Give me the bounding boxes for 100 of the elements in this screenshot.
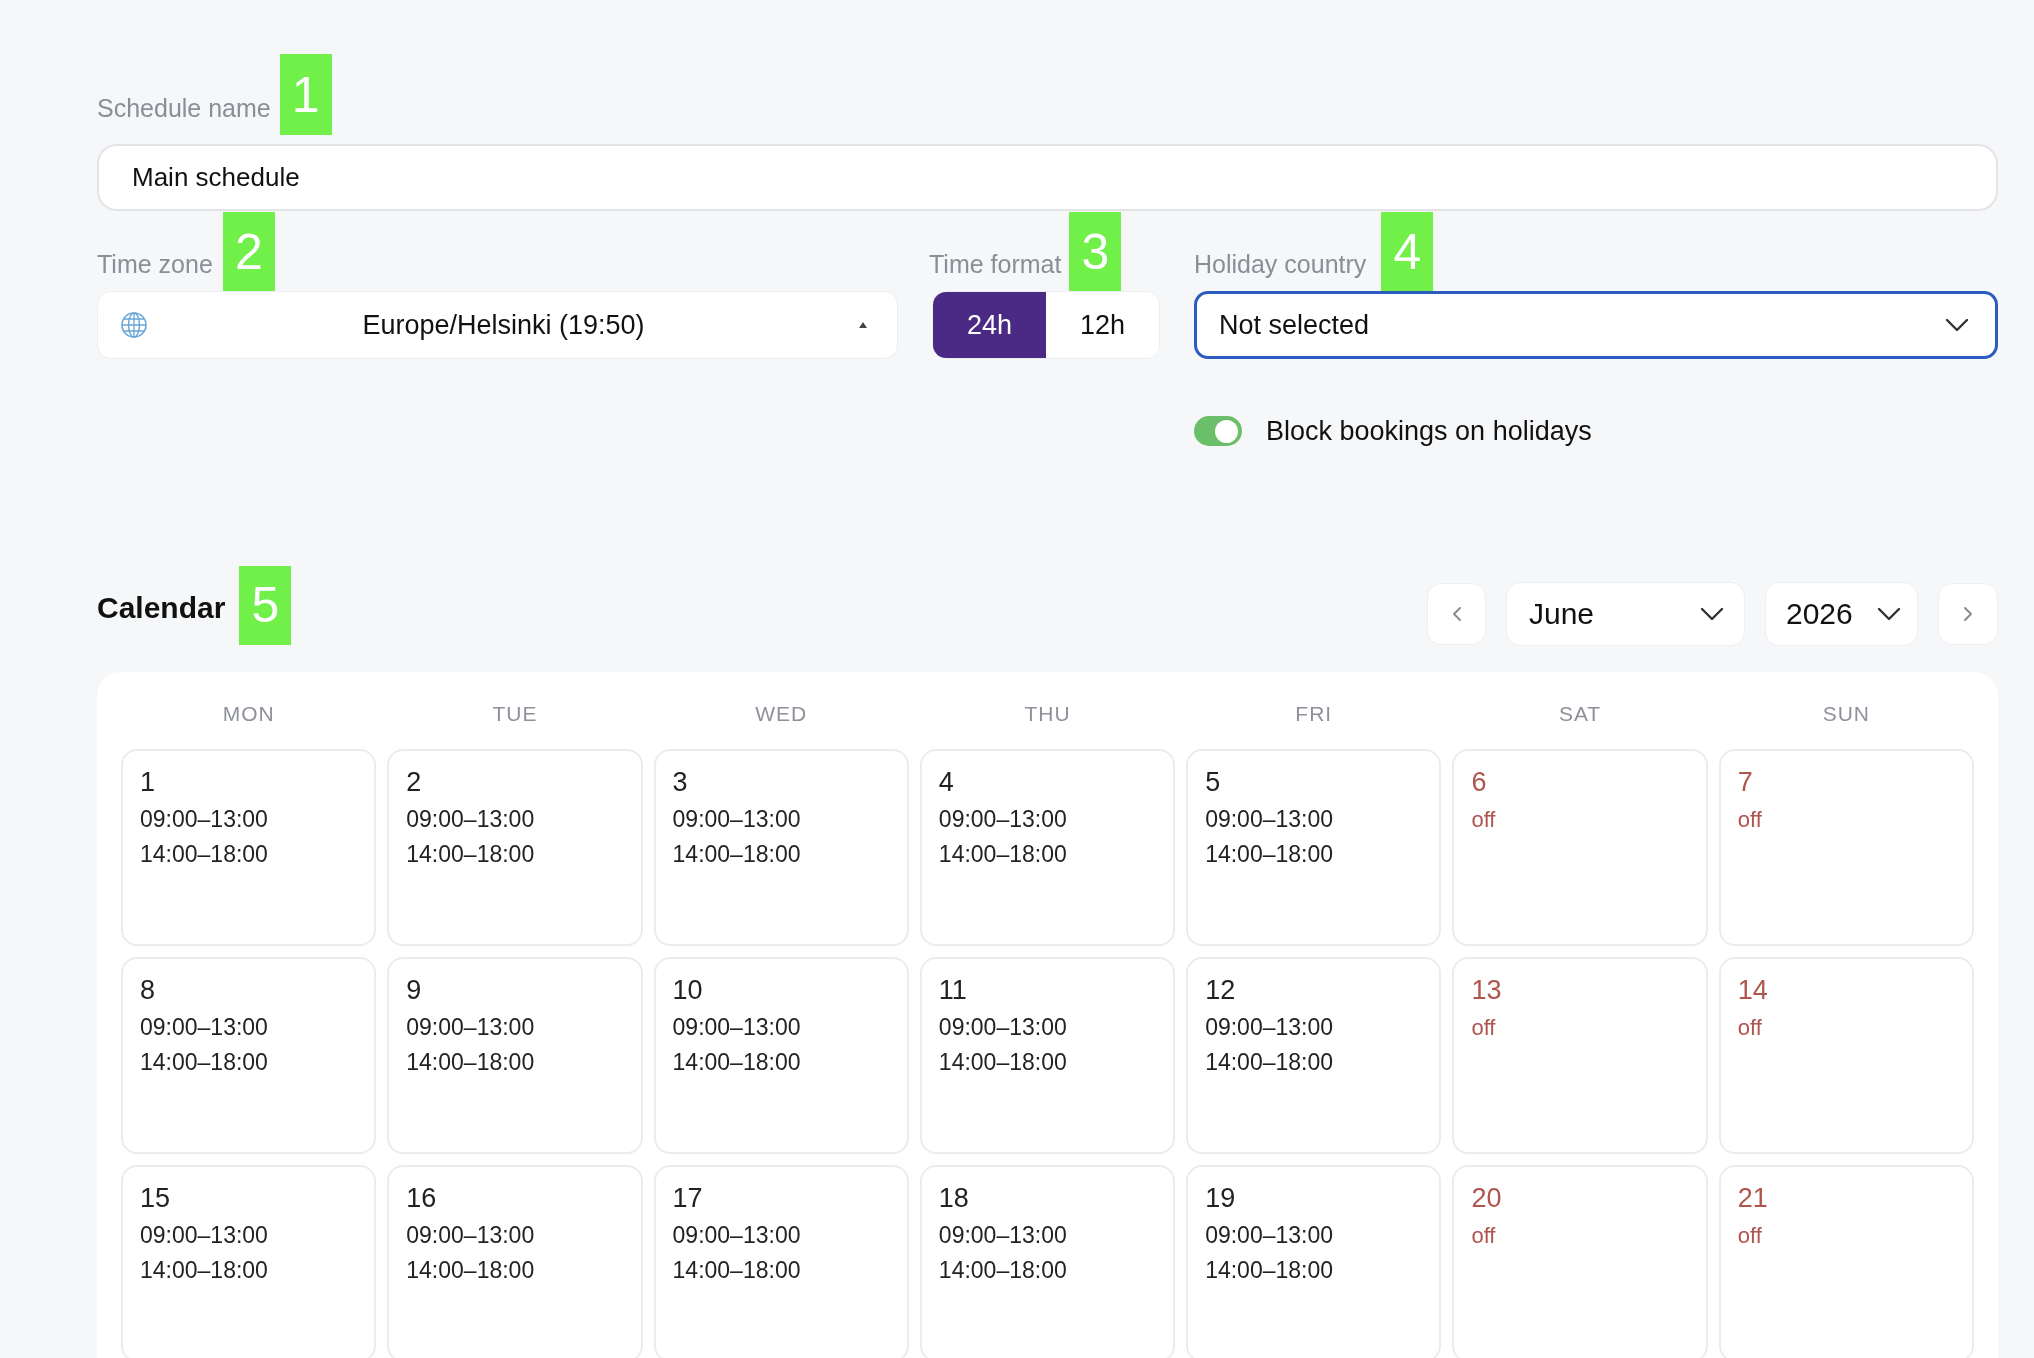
- weekday-header: WED: [755, 701, 808, 726]
- day-off-label: off: [1471, 1221, 1496, 1250]
- day-number: 8: [140, 973, 156, 1007]
- time-range: 09:00–13:00: [140, 1012, 268, 1042]
- day-off-label: off: [1471, 1013, 1496, 1042]
- day-cell[interactable]: 1 09:00–13:00 14:00–18:00: [121, 748, 377, 946]
- day-number: 5: [1205, 765, 1221, 799]
- field-label: Time format: [929, 248, 1062, 280]
- number-marker: 1: [279, 54, 332, 135]
- weekday-header: THU: [1024, 701, 1071, 726]
- day-cell[interactable]: 21 off: [1718, 1164, 1974, 1358]
- day-cell[interactable]: 19 09:00–13:00 14:00–18:00: [1186, 1164, 1442, 1358]
- day-number: 13: [1471, 973, 1502, 1007]
- chevron-down-icon: [1700, 606, 1724, 621]
- time-range: 14:00–18:00: [1205, 839, 1334, 869]
- day-off-label: off: [1737, 1013, 1762, 1042]
- caret-up-icon: [859, 322, 867, 328]
- day-number: 10: [672, 973, 703, 1007]
- day-cell[interactable]: 15 09:00–13:00 14:00–18:00: [121, 1164, 377, 1358]
- month-select[interactable]: June: [1506, 581, 1745, 646]
- field-label: Holiday country: [1194, 248, 1367, 280]
- time-range: 09:00–13:00: [1205, 1220, 1334, 1250]
- weekday-header: SUN: [1822, 701, 1870, 726]
- globe-icon: [120, 311, 148, 339]
- time-range: 09:00–13:00: [938, 1012, 1067, 1042]
- toggle-switch[interactable]: [1194, 416, 1242, 447]
- day-cell[interactable]: 20 off: [1452, 1164, 1708, 1358]
- day-number: 12: [1205, 973, 1236, 1007]
- time-range: 14:00–18:00: [672, 1047, 801, 1077]
- number-marker: 4: [1381, 212, 1434, 291]
- time-range: 14:00–18:00: [1205, 1047, 1334, 1077]
- time-range: 09:00–13:00: [406, 804, 535, 834]
- time-range: 14:00–18:00: [672, 839, 801, 869]
- day-cell[interactable]: 8 09:00–13:00 14:00–18:00: [121, 956, 377, 1154]
- day-cell[interactable]: 13 off: [1452, 956, 1708, 1154]
- day-number: 14: [1737, 973, 1768, 1007]
- day-number: 17: [672, 1181, 703, 1215]
- time-range: 14:00–18:00: [406, 1047, 535, 1077]
- day-cell[interactable]: 10 09:00–13:00 14:00–18:00: [653, 956, 909, 1154]
- time-range: 14:00–18:00: [1205, 1255, 1334, 1285]
- day-number: 19: [1205, 1181, 1236, 1215]
- number-marker: 3: [1069, 212, 1122, 291]
- day-cell[interactable]: 6 off: [1452, 748, 1708, 946]
- time-range: 14:00–18:00: [938, 1047, 1067, 1077]
- time-range: 09:00–13:00: [140, 804, 268, 834]
- day-cell[interactable]: 7 off: [1718, 748, 1974, 946]
- day-number: 9: [406, 973, 422, 1007]
- day-number: 16: [406, 1181, 437, 1215]
- chevron-down-icon: [1945, 318, 1969, 332]
- day-cell[interactable]: 11 09:00–13:00 14:00–18:00: [919, 956, 1176, 1154]
- time-range: 14:00–18:00: [140, 1047, 268, 1077]
- day-number: 3: [672, 765, 688, 799]
- day-number: 15: [140, 1181, 171, 1215]
- time-range: 14:00–18:00: [672, 1255, 801, 1285]
- time-range: 09:00–13:00: [406, 1012, 535, 1042]
- day-cell[interactable]: 12 09:00–13:00 14:00–18:00: [1186, 956, 1442, 1154]
- next-month-button[interactable]: [1938, 582, 1998, 645]
- time-range: 09:00–13:00: [406, 1220, 535, 1250]
- day-cell[interactable]: 14 off: [1718, 956, 1974, 1154]
- day-cell[interactable]: 4 09:00–13:00 14:00–18:00: [919, 748, 1176, 946]
- time-range: 09:00–13:00: [672, 1220, 801, 1250]
- number-marker: 2: [222, 212, 275, 291]
- number-marker: 5: [239, 565, 292, 645]
- day-number: 1: [140, 765, 156, 799]
- time-format-tab[interactable]: 24h: [933, 292, 1046, 358]
- year-select[interactable]: 2026: [1765, 581, 1918, 646]
- time-range: 14:00–18:00: [938, 1255, 1067, 1285]
- field-label: Schedule name: [97, 92, 271, 124]
- day-number: 7: [1737, 765, 1753, 799]
- schedule-name-input[interactable]: Main schedule: [97, 144, 1998, 211]
- day-cell[interactable]: 5 09:00–13:00 14:00–18:00: [1186, 748, 1442, 946]
- day-number: 2: [406, 765, 422, 799]
- time-range: 14:00–18:00: [140, 839, 268, 869]
- day-cell[interactable]: 9 09:00–13:00 14:00–18:00: [387, 956, 643, 1154]
- weekday-header: MON: [222, 701, 275, 726]
- timezone-select[interactable]: Europe/Helsinki (19:50): [97, 291, 898, 359]
- day-cell[interactable]: 2 09:00–13:00 14:00–18:00: [387, 748, 643, 946]
- time-range: 14:00–18:00: [938, 839, 1067, 869]
- time-range: 09:00–13:00: [1205, 804, 1334, 834]
- time-range: 09:00–13:00: [1205, 1012, 1334, 1042]
- chevron-down-icon: [1877, 606, 1901, 621]
- time-range: 14:00–18:00: [406, 1255, 535, 1285]
- weekday-header: SAT: [1558, 701, 1602, 726]
- day-number: 11: [938, 973, 967, 1007]
- chevron-left-icon: [1452, 606, 1461, 621]
- previous-month-button[interactable]: [1427, 582, 1486, 645]
- time-range: 09:00–13:00: [140, 1220, 268, 1250]
- field-label: Time zone: [97, 248, 213, 280]
- day-cell[interactable]: 17 09:00–13:00 14:00–18:00: [653, 1164, 909, 1358]
- holiday-country-select[interactable]: Not selected: [1194, 291, 1998, 359]
- time-range: 09:00–13:00: [938, 804, 1067, 834]
- day-cell[interactable]: 18 09:00–13:00 14:00–18:00: [919, 1164, 1176, 1358]
- calendar-title: Calendar: [97, 589, 226, 626]
- day-cell[interactable]: 16 09:00–13:00 14:00–18:00: [387, 1164, 643, 1358]
- toggle-label: Block bookings on holidays: [1266, 415, 1592, 448]
- weekday-header: TUE: [492, 701, 538, 726]
- day-cell[interactable]: 3 09:00–13:00 14:00–18:00: [653, 748, 909, 946]
- time-range: 09:00–13:00: [672, 1012, 801, 1042]
- time-range: 09:00–13:00: [938, 1220, 1067, 1250]
- day-off-label: off: [1471, 805, 1496, 834]
